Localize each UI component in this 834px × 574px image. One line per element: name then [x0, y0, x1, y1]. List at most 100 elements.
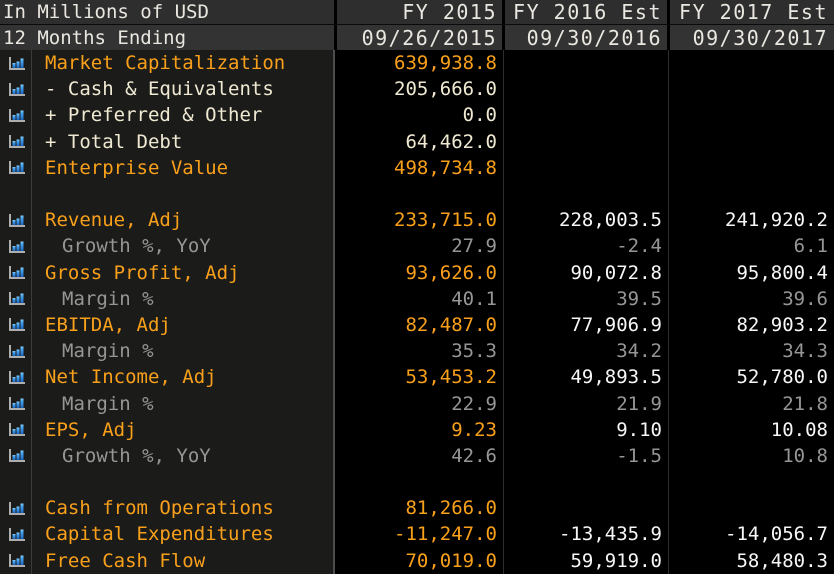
value-cell: 34.3: [782, 340, 828, 363]
value-cell: 241,920.2: [725, 209, 828, 232]
table-row: EBITDA, Adj 82,487.0 77,906.9 82,903.2: [0, 312, 834, 338]
value-cell: 64,462.0: [405, 130, 497, 153]
table-row: [0, 469, 834, 495]
table-row: EPS, Adj 9.23 9.10 10.08: [0, 417, 834, 443]
value-cell: -1.5: [616, 444, 662, 467]
row-label: Margin %: [62, 340, 154, 363]
value-cell: 40.1: [451, 287, 497, 310]
bar-chart-icon[interactable]: [8, 265, 26, 280]
bar-chart-icon[interactable]: [8, 160, 26, 175]
row-label: Revenue, Adj: [45, 209, 183, 232]
row-gutter: [0, 422, 32, 437]
row-label: Growth %, YoY: [62, 444, 211, 467]
table-row: Free Cash Flow 70,019.0 59,919.0 58,480.3: [0, 548, 834, 574]
value-cell: 39.6: [782, 287, 828, 310]
row-label: Gross Profit, Adj: [45, 261, 240, 284]
table-row: - Cash & Equivalents 205,666.0: [0, 76, 834, 102]
value-cell: 58,480.3: [736, 549, 828, 572]
value-cell: 21.8: [782, 392, 828, 415]
row-label: Cash from Operations: [45, 497, 274, 520]
value-cell: 6.1: [793, 235, 828, 258]
value-cell: 49,893.5: [570, 366, 662, 389]
column-date-fy2015: 09/26/2015: [337, 25, 502, 50]
table-row: Enterprise Value 498,734.8: [0, 155, 834, 181]
table-row: [0, 181, 834, 207]
row-gutter: [0, 82, 32, 97]
row-label: EBITDA, Adj: [45, 313, 171, 336]
value-cell: 39.5: [616, 287, 662, 310]
header-row-dates: 12 Months Ending 09/26/2015 09/30/2016 0…: [0, 25, 834, 50]
table-row: Net Income, Adj 53,453.2 49,893.5 52,780.0: [0, 364, 834, 390]
row-gutter: [0, 317, 32, 332]
row-label: Market Capitalization: [45, 52, 286, 75]
row-gutter: [0, 291, 32, 306]
value-cell: 95,800.4: [736, 261, 828, 284]
row-gutter: [0, 501, 32, 516]
bar-chart-icon[interactable]: [8, 527, 26, 542]
value-cell: 77,906.9: [570, 313, 662, 336]
bar-chart-icon[interactable]: [8, 108, 26, 123]
row-label: - Cash & Equivalents: [45, 78, 274, 101]
table-row: Gross Profit, Adj 93,626.0 90,072.8 95,800.…: [0, 260, 834, 286]
row-label: Capital Expenditures: [45, 523, 274, 546]
value-cell: 52,780.0: [736, 366, 828, 389]
value-cell: 233,715.0: [394, 209, 497, 232]
bar-chart-icon[interactable]: [8, 56, 26, 71]
bar-chart-icon[interactable]: [8, 239, 26, 254]
header-row-periods: In Millions of USD FY 2015 FY 2016 Est F…: [0, 0, 834, 25]
row-gutter: [0, 396, 32, 411]
value-cell: 34.2: [616, 340, 662, 363]
value-cell: 27.9: [451, 235, 497, 258]
bar-chart-icon[interactable]: [8, 553, 26, 568]
row-gutter: [0, 134, 32, 149]
value-cell: 22.9: [451, 392, 497, 415]
bar-chart-icon[interactable]: [8, 82, 26, 97]
row-label: EPS, Adj: [45, 418, 137, 441]
value-cell: -14,056.7: [725, 523, 828, 546]
row-label: Net Income, Adj: [45, 366, 217, 389]
row-label: + Total Debt: [45, 130, 183, 153]
table-row: + Preferred & Other 0.0: [0, 102, 834, 128]
value-cell: 228,003.5: [559, 209, 662, 232]
value-cell: 21.9: [616, 392, 662, 415]
bar-chart-icon[interactable]: [8, 501, 26, 516]
column-date-fy2017: 09/30/2017: [670, 25, 834, 50]
value-cell: 70,019.0: [405, 549, 497, 572]
value-cell: 498,734.8: [394, 156, 497, 179]
value-cell: 82,903.2: [736, 313, 828, 336]
bar-chart-icon[interactable]: [8, 448, 26, 463]
row-gutter: [0, 553, 32, 568]
column-header-fy2016: FY 2016 Est: [505, 0, 667, 24]
row-label: Margin %: [62, 392, 154, 415]
row-gutter: [0, 527, 32, 542]
row-gutter: [0, 370, 32, 385]
bar-chart-icon[interactable]: [8, 134, 26, 149]
row-label: Enterprise Value: [45, 156, 229, 179]
units-header: In Millions of USD: [0, 0, 334, 24]
value-cell: 93,626.0: [405, 261, 497, 284]
row-gutter: [0, 239, 32, 254]
row-label: Growth %, YoY: [62, 235, 211, 258]
value-cell: -13,435.9: [559, 523, 662, 546]
financial-analysis-table: In Millions of USD FY 2015 FY 2016 Est F…: [0, 0, 834, 574]
bar-chart-icon[interactable]: [8, 344, 26, 359]
value-cell: 10.08: [770, 418, 828, 441]
bar-chart-icon[interactable]: [8, 370, 26, 385]
table-row: Margin % 22.9 21.9 21.8: [0, 390, 834, 416]
value-cell: -2.4: [616, 235, 662, 258]
bar-chart-icon[interactable]: [8, 213, 26, 228]
row-gutter: [0, 265, 32, 280]
bar-chart-icon[interactable]: [8, 317, 26, 332]
value-cell: 9.23: [451, 418, 497, 441]
column-header-fy2015: FY 2015: [337, 0, 502, 24]
value-cell: 9.10: [616, 418, 662, 441]
table-row: Growth %, YoY 27.9 -2.4 6.1: [0, 233, 834, 259]
column-header-fy2017: FY 2017 Est: [670, 0, 834, 24]
table-body: Market Capitalization 639,938.8- Cash & E…: [0, 50, 834, 574]
table-row: Revenue, Adj 233,715.0 228,003.5 241,920.2: [0, 207, 834, 233]
bar-chart-icon[interactable]: [8, 422, 26, 437]
bar-chart-icon[interactable]: [8, 291, 26, 306]
bar-chart-icon[interactable]: [8, 396, 26, 411]
table-row: Capital Expenditures -11,247.0 -13,435.9 -1…: [0, 521, 834, 547]
value-cell: 53,453.2: [405, 366, 497, 389]
